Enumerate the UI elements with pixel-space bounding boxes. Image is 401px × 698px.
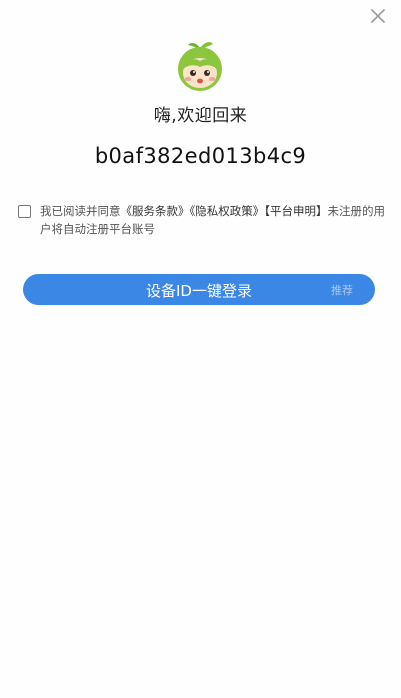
privacy-policy-link[interactable]: 《隐私权政策》	[190, 204, 265, 218]
service-terms-link[interactable]: 《服务条款》	[121, 204, 190, 218]
close-icon[interactable]	[369, 7, 387, 25]
recommend-badge: 推荐	[331, 284, 353, 297]
agreement-text: 我已阅读并同意《服务条款》《隐私权政策》【平台申明】未注册的用户将自动注册平台账…	[40, 202, 388, 238]
agreement-prefix: 我已阅读并同意	[40, 204, 121, 218]
login-dialog: 嗨,欢迎回来 b0af382ed013b4c9 我已阅读并同意《服务条款》《隐私…	[0, 0, 401, 698]
login-button-label: 设备ID一键登录	[146, 282, 252, 300]
mascot-avatar-icon	[178, 42, 222, 91]
agreement-checkbox[interactable]	[18, 205, 31, 218]
device-id-login-button[interactable]: 设备ID一键登录 推荐	[23, 274, 375, 305]
greeting-title: 嗨,欢迎回来	[153, 106, 248, 126]
device-id-text: b0af382ed013b4c9	[94, 144, 307, 168]
agreement-row: 我已阅读并同意《服务条款》《隐私权政策》【平台申明】未注册的用户将自动注册平台账…	[18, 202, 388, 238]
platform-statement-link[interactable]: 【平台申明】	[264, 204, 327, 218]
